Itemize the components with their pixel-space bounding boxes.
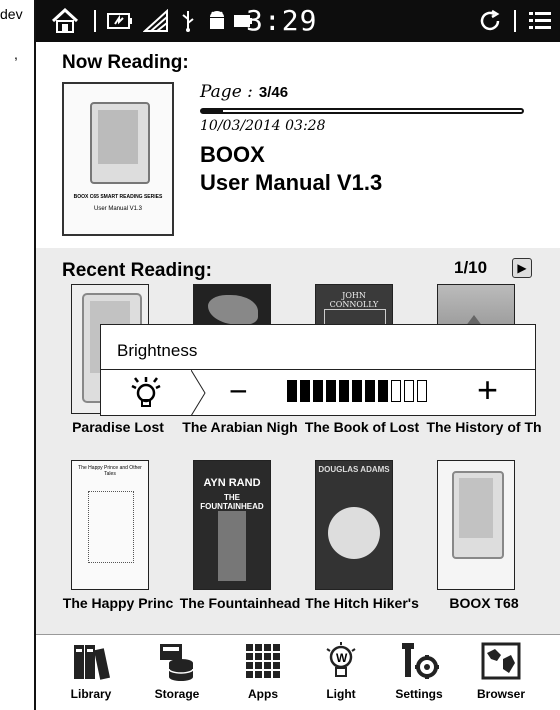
book-title: The Fountainhead: [179, 595, 301, 611]
increase-brightness-button[interactable]: +: [477, 372, 498, 408]
reading-progress-bar: [200, 108, 524, 114]
now-reading-cover[interactable]: BOOX C65 SMART READING SERIES User Manua…: [62, 82, 174, 236]
book-title: The Book of Lost: [304, 419, 420, 435]
book-cover: AYN RAND THE FOUNTAINHEAD: [193, 460, 271, 590]
brightness-segment[interactable]: [287, 380, 297, 402]
status-separator: [94, 10, 96, 32]
book-cover: The Happy Prince and Other Tales: [71, 460, 149, 590]
nav-label: Library: [70, 687, 112, 701]
cover-author-text: DOUGLAS ADAMS: [318, 465, 390, 474]
last-read-date: 10/03/2014 03:28: [200, 118, 326, 134]
brightness-control-row: − +: [101, 369, 535, 417]
now-reading-panel: Now Reading: BOOX C65 SMART READING SERI…: [36, 42, 560, 248]
brightness-segment[interactable]: [365, 380, 375, 402]
book-cover: [437, 460, 515, 590]
bottom-navigation: Library Storage Apps W Light Settings Br…: [36, 634, 560, 710]
page-label: Page :: [200, 82, 253, 102]
cover-author-text: JOHN CONNOLLY: [329, 291, 379, 309]
menu-icon[interactable]: [526, 6, 554, 36]
light-icon: W: [306, 641, 376, 681]
next-page-button[interactable]: ▶: [512, 258, 532, 278]
book-title-line1[interactable]: BOOX: [200, 142, 265, 168]
cover-title-text: THE FOUNTAINHEAD: [200, 493, 264, 511]
browser-icon: [466, 641, 536, 681]
nav-label: Storage: [154, 687, 200, 701]
android-icon: [206, 6, 228, 36]
apps-icon: [228, 641, 298, 681]
sync-icon[interactable]: [476, 6, 504, 36]
usb-icon: [178, 6, 198, 36]
page-indicator: Page : 3/46: [200, 82, 288, 102]
battery-icon: [106, 6, 134, 36]
cover-author-text: AYN RAND: [203, 477, 261, 489]
decrease-brightness-button[interactable]: −: [229, 374, 248, 408]
home-icon[interactable]: [50, 6, 80, 36]
brightness-segment[interactable]: [417, 380, 427, 402]
wifi-icon: [142, 6, 170, 36]
now-reading-heading: Now Reading:: [62, 52, 189, 73]
recent-reading-heading: Recent Reading:: [62, 260, 212, 281]
brightness-segment[interactable]: [404, 380, 414, 402]
brightness-segment[interactable]: [339, 380, 349, 402]
brightness-segment[interactable]: [391, 380, 401, 402]
control-divider: [190, 369, 206, 417]
brightness-segment[interactable]: [378, 380, 388, 402]
recent-reading-panel: Recent Reading: 1/10 ▶ Paradise Lost The…: [36, 248, 560, 634]
cover-title-text: The Happy Prince and Other Tales: [78, 465, 142, 477]
brightness-segment[interactable]: [352, 380, 362, 402]
brightness-title: Brightness: [117, 341, 198, 360]
brightness-segment[interactable]: [326, 380, 336, 402]
nav-settings[interactable]: Settings: [384, 641, 454, 701]
nav-light[interactable]: W Light: [306, 641, 376, 701]
book-title: BOOX T68: [449, 595, 519, 611]
cover-title-text: User Manual V1.3: [93, 206, 143, 212]
reading-progress-fill: [202, 110, 223, 112]
nav-library[interactable]: Library: [56, 641, 126, 701]
brightness-segment[interactable]: [300, 380, 310, 402]
status-bar: 3:29: [36, 0, 560, 42]
status-clock: 3:29: [246, 4, 318, 37]
page-value: 3/46: [258, 84, 289, 101]
book-title: The Arabian Nigh: [182, 419, 298, 435]
brightness-segment[interactable]: [313, 380, 323, 402]
nav-label: Settings: [395, 687, 443, 701]
outside-text-fragment: dev: [0, 6, 23, 22]
book-title: The History of Th: [426, 419, 542, 435]
page-counter: 1/10: [454, 258, 488, 277]
settings-icon: [384, 641, 454, 681]
nav-storage[interactable]: Storage: [142, 641, 212, 701]
cover-series-text: BOOX C65 SMART READING SERIES: [73, 194, 163, 200]
book-title: The Hitch Hiker's: [305, 595, 419, 611]
nav-browser[interactable]: Browser: [466, 641, 536, 701]
light-bulb-icon[interactable]: [127, 374, 165, 417]
outside-comma: ,: [14, 46, 18, 62]
ereader-screen: 3:29 Now Reading: BOOX C65 SMART READING…: [34, 0, 560, 710]
device-illustration: [90, 102, 150, 184]
nav-label: Browser: [476, 687, 526, 701]
book-title: The Happy Princ: [62, 595, 174, 611]
book-title: Paradise Lost: [72, 419, 164, 435]
library-icon: [56, 641, 126, 681]
storage-icon: [142, 641, 212, 681]
brightness-dialog: Brightness − +: [100, 324, 536, 417]
nav-label: Light: [326, 687, 356, 701]
svg-text:W: W: [336, 651, 348, 665]
nav-apps[interactable]: Apps: [228, 641, 298, 701]
book-cover: DOUGLAS ADAMS: [315, 460, 393, 590]
book-title-line2[interactable]: User Manual V1.3: [200, 170, 382, 196]
status-separator: [514, 10, 516, 32]
nav-label: Apps: [248, 687, 278, 701]
